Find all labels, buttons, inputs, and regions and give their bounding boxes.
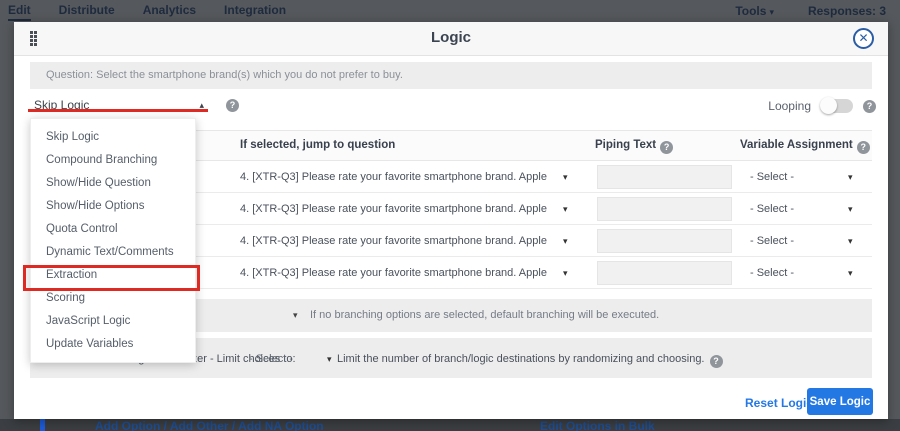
- menu-item-dynamic-text-comments[interactable]: Dynamic Text/Comments: [31, 241, 195, 264]
- menu-item-compound-branching[interactable]: Compound Branching: [31, 149, 195, 172]
- question-text: Question: Select the smartphone brand(s)…: [30, 62, 872, 89]
- reset-logic-button[interactable]: Reset Logic: [745, 396, 813, 410]
- jump-question-select[interactable]: 4. [XTR-Q3] Please rate your favorite sm…: [240, 235, 547, 247]
- logic-type-menu: Skip Logic Compound Branching Show/Hide …: [30, 118, 196, 363]
- caret-down-icon[interactable]: ▾: [293, 310, 298, 321]
- logic-modal: Logic ✕ Question: Select the smartphone …: [14, 22, 888, 419]
- help-icon[interactable]: ?: [710, 355, 723, 368]
- close-icon[interactable]: ✕: [853, 28, 874, 49]
- top-nav-right: Tools▾ Responses: 3: [735, 2, 900, 20]
- jump-question-select[interactable]: 4. [XTR-Q3] Please rate your favorite sm…: [240, 267, 547, 279]
- top-nav-left: Edit Distribute Analytics Integration: [0, 1, 286, 21]
- jump-question-select[interactable]: 4. [XTR-Q3] Please rate your favorite sm…: [240, 171, 547, 183]
- edit-options-bulk-link[interactable]: Edit Options in Bulk: [540, 419, 655, 431]
- nav-tab-analytics[interactable]: Analytics: [143, 1, 196, 21]
- tools-menu[interactable]: Tools▾: [735, 2, 774, 20]
- default-branching-text: If no branching options are selected, de…: [310, 309, 659, 321]
- nav-tab-integration[interactable]: Integration: [224, 1, 286, 21]
- logic-type-select[interactable]: Skip Logic ▴: [30, 95, 208, 117]
- piping-text-input[interactable]: [597, 165, 732, 189]
- caret-down-icon: ▾: [769, 7, 774, 17]
- page-background-footer: Add Option / Add Other / Add NA Option E…: [0, 419, 900, 431]
- help-icon[interactable]: ?: [660, 141, 673, 154]
- modal-header: Logic ✕: [14, 22, 888, 56]
- top-nav: Edit Distribute Analytics Integration To…: [0, 0, 900, 22]
- toggle-knob: [820, 97, 837, 114]
- caret-down-icon[interactable]: ▾: [563, 236, 568, 247]
- menu-item-quota-control[interactable]: Quota Control: [31, 218, 195, 241]
- menu-item-scoring[interactable]: Scoring: [31, 287, 195, 310]
- add-option-links[interactable]: Add Option / Add Other / Add NA Option: [95, 419, 324, 431]
- variable-assignment-select[interactable]: - Select -: [750, 267, 794, 279]
- randomizer-description: Limit the number of branch/logic destina…: [337, 353, 723, 368]
- menu-item-extraction[interactable]: Extraction: [31, 264, 195, 287]
- col-header-jump: If selected, jump to question: [240, 139, 395, 151]
- annotation-red-underline: [28, 109, 208, 112]
- caret-down-icon[interactable]: ▾: [563, 172, 568, 183]
- jump-question-select[interactable]: 4. [XTR-Q3] Please rate your favorite sm…: [240, 203, 547, 215]
- caret-down-icon[interactable]: ▾: [848, 172, 853, 183]
- col-header-piping: Piping Text?: [595, 139, 673, 154]
- help-icon[interactable]: ?: [226, 99, 239, 112]
- help-icon[interactable]: ?: [863, 100, 876, 113]
- menu-item-show-hide-options[interactable]: Show/Hide Options: [31, 195, 195, 218]
- looping-label: Looping: [768, 99, 811, 113]
- responses-count[interactable]: Responses: 3: [808, 4, 886, 18]
- caret-down-icon[interactable]: ▾: [563, 268, 568, 279]
- piping-text-input[interactable]: [597, 229, 732, 253]
- variable-assignment-select[interactable]: - Select -: [750, 235, 794, 247]
- menu-item-update-variables[interactable]: Update Variables: [31, 333, 195, 356]
- piping-text-input[interactable]: [597, 261, 732, 285]
- menu-item-javascript-logic[interactable]: JavaScript Logic: [31, 310, 195, 333]
- nav-tab-edit[interactable]: Edit: [8, 1, 31, 21]
- variable-assignment-select[interactable]: - Select -: [750, 203, 794, 215]
- help-icon[interactable]: ?: [857, 141, 870, 154]
- col-header-variable: Variable Assignment?: [740, 139, 870, 154]
- piping-text-input[interactable]: [597, 197, 732, 221]
- randomizer-select[interactable]: - Select -: [249, 353, 293, 365]
- caret-down-icon[interactable]: ▾: [848, 236, 853, 247]
- modal-title: Logic: [14, 29, 888, 46]
- looping-control: Looping ?: [768, 99, 876, 113]
- variable-assignment-select[interactable]: - Select -: [750, 171, 794, 183]
- nav-tab-distribute[interactable]: Distribute: [59, 1, 115, 21]
- looping-toggle[interactable]: [821, 99, 853, 113]
- menu-item-skip-logic[interactable]: Skip Logic: [31, 126, 195, 149]
- menu-item-show-hide-question[interactable]: Show/Hide Question: [31, 172, 195, 195]
- option-accent-bar: [40, 419, 45, 431]
- caret-down-icon[interactable]: ▾: [563, 204, 568, 215]
- save-logic-button[interactable]: Save Logic: [807, 388, 873, 415]
- caret-down-icon[interactable]: ▾: [327, 354, 332, 365]
- caret-down-icon[interactable]: ▾: [848, 204, 853, 215]
- caret-down-icon[interactable]: ▾: [848, 268, 853, 279]
